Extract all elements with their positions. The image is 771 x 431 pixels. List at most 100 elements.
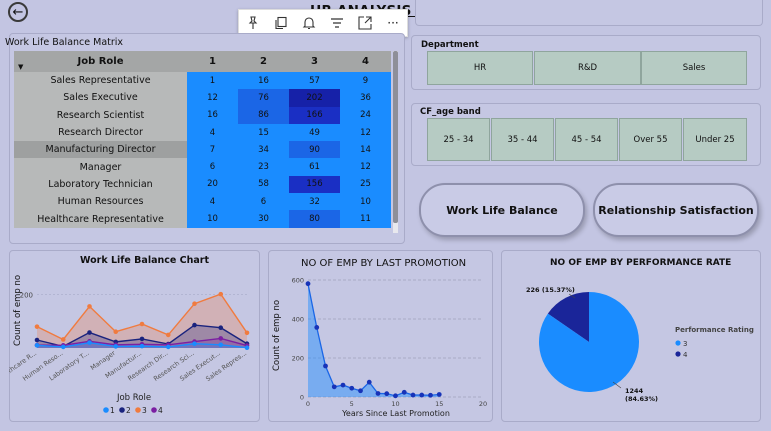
- job-role-cell[interactable]: Laboratory Technician: [14, 175, 187, 194]
- matrix-value-cell[interactable]: 9: [340, 72, 391, 90]
- matrix-value-cell[interactable]: 34: [238, 141, 289, 159]
- matrix-value-cell[interactable]: 49: [289, 123, 340, 142]
- data-point[interactable]: [192, 322, 197, 328]
- data-point[interactable]: [340, 382, 346, 388]
- matrix-value-cell[interactable]: 23: [238, 158, 289, 176]
- data-point[interactable]: [60, 344, 66, 350]
- legend-marker[interactable]: [135, 407, 141, 413]
- level-1-header[interactable]: 1: [187, 51, 238, 72]
- sort-arrow-icon[interactable]: ▼: [18, 63, 23, 71]
- matrix-value-cell[interactable]: 202: [289, 89, 340, 107]
- back-button[interactable]: ←: [8, 2, 28, 22]
- matrix-scroll-thumb[interactable]: [393, 51, 398, 223]
- matrix-value-cell[interactable]: 12: [340, 123, 391, 142]
- data-point[interactable]: [419, 392, 425, 398]
- bell-icon[interactable]: [298, 12, 320, 34]
- matrix-value-cell[interactable]: 16: [187, 106, 238, 124]
- legend-marker[interactable]: [675, 340, 681, 346]
- data-point[interactable]: [349, 385, 355, 391]
- matrix-row[interactable]: Healthcare Representative 10 30 80 11: [14, 210, 391, 228]
- matrix-value-cell[interactable]: 1: [187, 72, 238, 90]
- data-point[interactable]: [218, 342, 224, 348]
- age-option-35-44[interactable]: 35 - 44: [491, 118, 554, 161]
- matrix-value-cell[interactable]: 12: [340, 158, 391, 176]
- matrix-value-cell[interactable]: 4: [187, 193, 238, 211]
- data-point[interactable]: [244, 330, 250, 336]
- matrix-value-cell[interactable]: 58: [238, 175, 289, 194]
- data-point[interactable]: [139, 336, 145, 342]
- relationship-satisfaction-button[interactable]: Relationship Satisfaction: [593, 183, 759, 237]
- level-3-header[interactable]: 3: [289, 51, 340, 72]
- data-point[interactable]: [218, 291, 224, 297]
- matrix-value-cell[interactable]: 86: [238, 106, 289, 124]
- matrix-value-cell[interactable]: 90: [289, 141, 340, 159]
- data-point[interactable]: [192, 301, 197, 307]
- data-point[interactable]: [244, 345, 250, 351]
- legend-label[interactable]: 3: [683, 340, 687, 348]
- age-option-under-25[interactable]: Under 25: [683, 118, 747, 161]
- department-option-sales[interactable]: Sales: [641, 51, 747, 85]
- matrix-value-cell[interactable]: 10: [187, 210, 238, 228]
- data-point[interactable]: [34, 324, 40, 329]
- department-option-hr[interactable]: HR: [427, 51, 533, 85]
- matrix-value-cell[interactable]: 24: [340, 106, 391, 124]
- data-point[interactable]: [34, 337, 40, 343]
- legend-label[interactable]: 4: [683, 351, 688, 359]
- data-point[interactable]: [331, 384, 337, 390]
- matrix-value-cell[interactable]: 14: [340, 141, 391, 159]
- matrix-value-cell[interactable]: 16: [238, 72, 289, 90]
- matrix-value-cell[interactable]: 7: [187, 141, 238, 159]
- level-2-header[interactable]: 2: [238, 51, 289, 72]
- pin-icon[interactable]: [242, 12, 264, 34]
- job-role-cell[interactable]: Sales Representative: [14, 72, 187, 90]
- job-role-cell[interactable]: Sales Executive: [14, 89, 187, 107]
- data-point[interactable]: [410, 392, 416, 398]
- matrix-row[interactable]: Research Director 4 15 49 12: [14, 123, 391, 142]
- age-option-45-54[interactable]: 45 - 54: [555, 118, 618, 161]
- matrix-row[interactable]: Manufacturing Director 7 34 90 14: [14, 141, 391, 159]
- data-point[interactable]: [305, 281, 311, 287]
- job-role-cell[interactable]: Manufacturing Director: [14, 141, 187, 159]
- matrix-value-cell[interactable]: 12: [187, 89, 238, 107]
- data-point[interactable]: [393, 393, 398, 399]
- matrix-value-cell[interactable]: 61: [289, 158, 340, 176]
- matrix-value-cell[interactable]: 32: [289, 193, 340, 211]
- job-role-cell[interactable]: Healthcare Representative: [14, 210, 187, 228]
- data-point[interactable]: [358, 388, 363, 394]
- data-point[interactable]: [218, 325, 224, 331]
- matrix-row[interactable]: Sales Executive 12 76 202 36: [14, 89, 391, 107]
- data-point[interactable]: [139, 343, 145, 349]
- data-point[interactable]: [113, 329, 119, 335]
- age-option-25-34[interactable]: 25 - 34: [427, 118, 490, 161]
- data-point[interactable]: [165, 332, 171, 338]
- matrix-row[interactable]: Laboratory Technician 20 58 156 25: [14, 175, 391, 194]
- legend-marker[interactable]: [103, 407, 109, 413]
- data-point[interactable]: [323, 363, 328, 369]
- data-point[interactable]: [87, 340, 92, 345]
- data-point[interactable]: [218, 336, 224, 341]
- matrix-value-cell[interactable]: 156: [289, 175, 340, 194]
- matrix-value-cell[interactable]: 76: [238, 89, 289, 107]
- data-point[interactable]: [139, 321, 145, 327]
- data-point[interactable]: [87, 330, 92, 335]
- matrix-value-cell[interactable]: 15: [238, 123, 289, 142]
- matrix-row[interactable]: Human Resources 4 6 32 10: [14, 193, 391, 211]
- job-role-header[interactable]: Job Role ▼: [14, 51, 187, 72]
- matrix-value-cell[interactable]: 11: [340, 210, 391, 228]
- data-point[interactable]: [60, 337, 66, 342]
- age-option-over-55[interactable]: Over 55: [619, 118, 682, 161]
- matrix-value-cell[interactable]: 6: [238, 193, 289, 211]
- job-role-cell[interactable]: Manager: [14, 158, 187, 176]
- matrix-value-cell[interactable]: 36: [340, 89, 391, 107]
- matrix-value-cell[interactable]: 57: [289, 72, 340, 90]
- job-role-cell[interactable]: Research Director: [14, 123, 187, 142]
- department-option-rnd[interactable]: R&D: [534, 51, 641, 85]
- data-point[interactable]: [436, 392, 442, 397]
- data-point[interactable]: [113, 344, 119, 349]
- data-point[interactable]: [428, 392, 433, 398]
- copy-icon[interactable]: [270, 12, 292, 34]
- matrix-value-cell[interactable]: 25: [340, 175, 391, 194]
- data-point[interactable]: [375, 391, 381, 396]
- matrix-row[interactable]: Sales Representative 1 16 57 9: [14, 72, 391, 90]
- data-point[interactable]: [366, 379, 372, 385]
